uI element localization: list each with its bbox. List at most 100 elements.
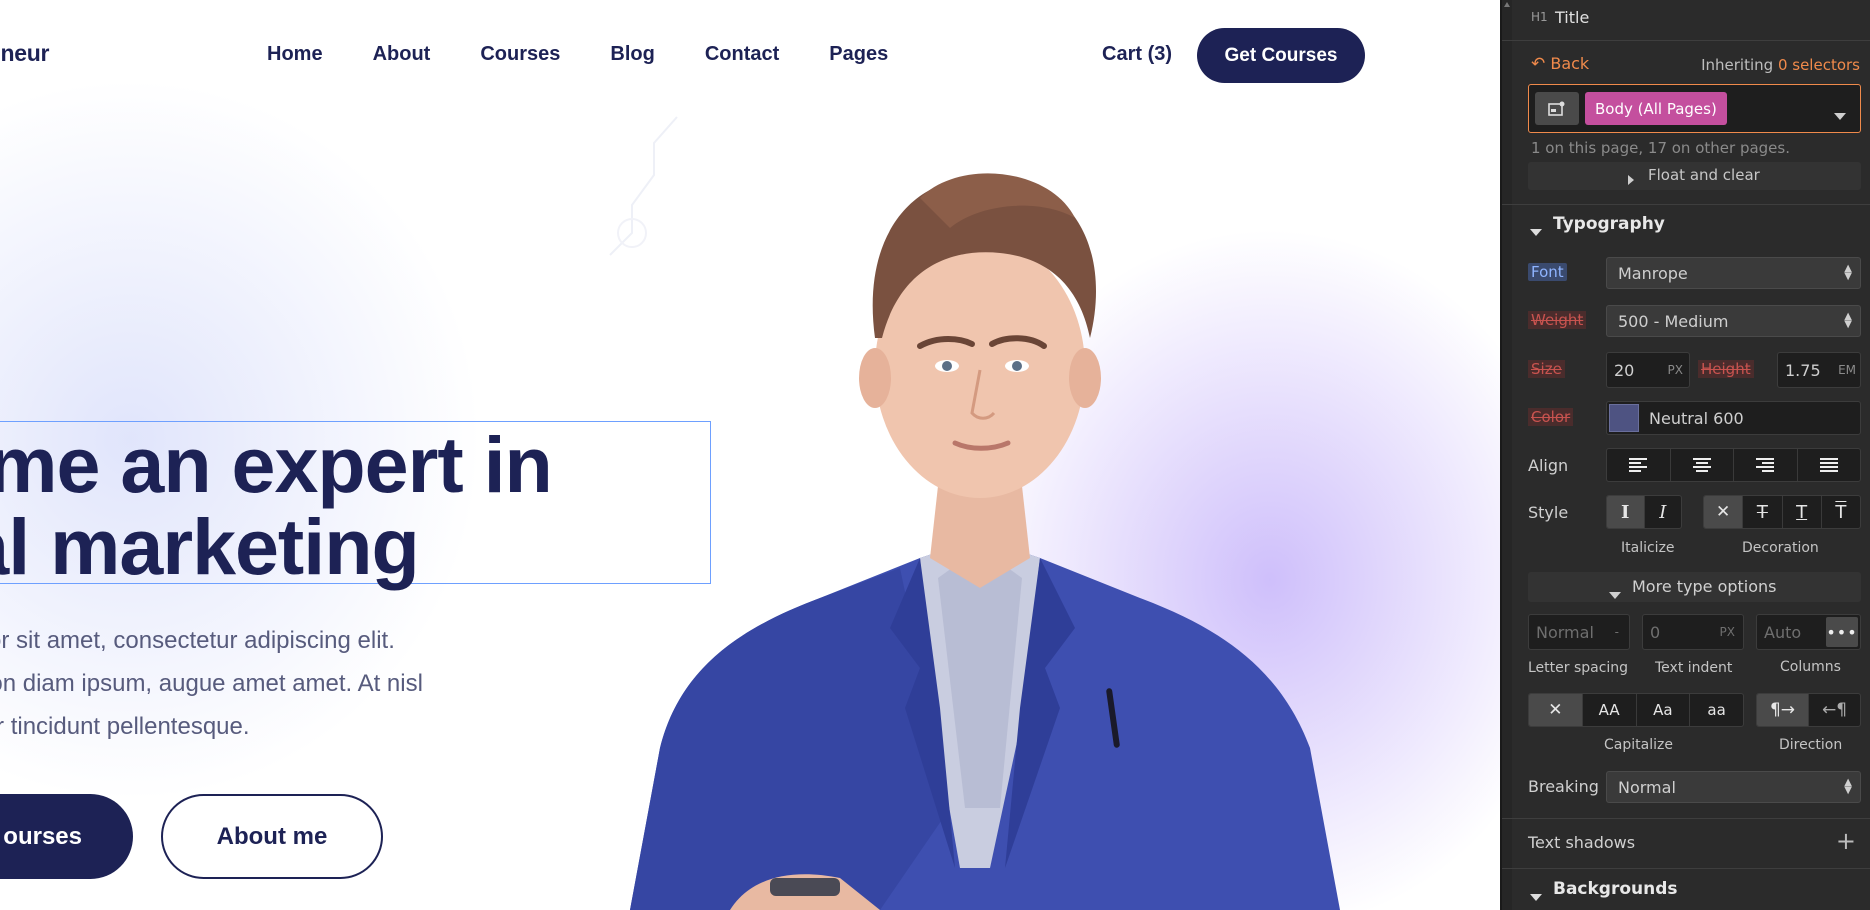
size-input[interactable]: 20 PX [1606, 352, 1690, 388]
hero-description-line-3: tetur tincidunt pellentesque. [0, 713, 250, 740]
capitalize-button-group: ✕ AA Aa aa [1528, 693, 1744, 727]
hero-about-me-button[interactable]: About me [161, 794, 383, 879]
strikethrough-icon[interactable]: T [1743, 496, 1783, 528]
upright-style-icon[interactable]: I [1607, 496, 1645, 528]
height-label: Height [1698, 360, 1754, 378]
backgrounds-section-header[interactable]: Backgrounds [1502, 869, 1870, 910]
no-transform-icon[interactable]: ✕ [1529, 694, 1583, 726]
align-left-icon[interactable] [1607, 449, 1671, 481]
direction-caption: Direction [1779, 737, 1843, 753]
line-height-input[interactable]: 1.75 EM [1777, 352, 1861, 388]
italic-button-group: I I [1606, 495, 1682, 529]
backgrounds-collapse-icon [1530, 886, 1542, 905]
weight-select-arrows-icon: ▲ ▼ [1844, 311, 1852, 330]
align-label: Align [1528, 456, 1569, 475]
style-panel: H1 Title ↶ Back Inheriting 0 selectors B… [1502, 0, 1870, 910]
get-courses-button[interactable]: Get Courses [1197, 28, 1365, 83]
uppercase-icon[interactable]: AA [1583, 694, 1637, 726]
selector-usage-note: 1 on this page, 17 on other pages. [1531, 139, 1790, 157]
hero-portrait-image [630, 173, 1340, 910]
nav-link-about[interactable]: About [373, 43, 431, 66]
align-justify-icon[interactable] [1798, 449, 1861, 481]
italicize-caption: Italicize [1621, 540, 1675, 556]
backgrounds-title: Backgrounds [1553, 879, 1678, 899]
selector-dropdown-icon[interactable] [1834, 105, 1846, 124]
underline-icon[interactable]: T [1783, 496, 1822, 528]
italic-style-icon[interactable]: I [1645, 496, 1682, 528]
size-unit[interactable]: PX [1668, 363, 1683, 377]
breaking-select[interactable]: Normal ▲ ▼ [1606, 771, 1861, 803]
element-name: Title [1555, 8, 1590, 27]
add-text-shadow-icon[interactable]: + [1836, 827, 1856, 855]
selector-type-icon[interactable] [1535, 92, 1579, 125]
columns-more-icon[interactable]: ••• [1826, 617, 1858, 647]
scroll-up-icon[interactable] [1504, 2, 1510, 7]
breaking-select-arrows-icon: ▲ ▼ [1844, 777, 1852, 796]
header-separator [1502, 40, 1870, 41]
capitalize-caption: Capitalize [1604, 737, 1673, 753]
nav-link-blog[interactable]: Blog [610, 43, 654, 66]
typography-section-header[interactable]: Typography [1502, 205, 1870, 245]
color-swatch[interactable] [1609, 404, 1639, 432]
more-type-options-toggle[interactable]: More type options [1528, 572, 1861, 602]
height-unit[interactable]: EM [1838, 363, 1856, 377]
decoration-button-group: ✕ T T T [1703, 495, 1861, 529]
selector-field[interactable]: Body (All Pages) [1528, 84, 1861, 133]
font-select-arrows-icon: ▲ ▼ [1844, 263, 1852, 282]
letter-spacing-unit[interactable]: - [1615, 625, 1619, 639]
nav-link-home[interactable]: Home [267, 43, 323, 66]
columns-caption: Columns [1780, 659, 1841, 675]
typography-collapse-icon [1530, 221, 1542, 240]
direction-button-group: ¶→ ←¶ [1756, 693, 1861, 727]
nav-link-courses[interactable]: Courses [480, 43, 560, 66]
align-right-icon[interactable] [1734, 449, 1798, 481]
float-expand-icon [1628, 170, 1634, 189]
hero-description[interactable]: dolor sit amet, consectetur adipiscing e… [0, 619, 423, 748]
color-picker-field[interactable]: Neutral 600 [1606, 401, 1861, 435]
hero-title[interactable]: ome an expert in tal marketing [0, 424, 553, 591]
weight-select[interactable]: 500 - Medium ▲ ▼ [1606, 305, 1861, 337]
text-indent-unit[interactable]: PX [1720, 625, 1735, 639]
more-type-options-label: More type options [1632, 577, 1777, 596]
selector-chip-body[interactable]: Body (All Pages) [1585, 92, 1727, 125]
text-indent-input[interactable]: 0 PX [1642, 614, 1744, 650]
font-select[interactable]: Manrope ▲ ▼ [1606, 257, 1861, 289]
hero-description-line-1: dolor sit amet, consectetur adipiscing e… [0, 627, 395, 654]
overline-icon[interactable]: T [1822, 496, 1860, 528]
color-label: Color [1528, 408, 1574, 426]
align-button-group [1606, 448, 1861, 482]
capitalize-icon[interactable]: Aa [1637, 694, 1691, 726]
element-tag: H1 [1531, 10, 1548, 24]
panel-scrollbar[interactable] [1502, 0, 1512, 910]
float-clear-row[interactable]: Float and clear [1528, 162, 1861, 190]
cart-link[interactable]: Cart (3) [1102, 43, 1172, 66]
inheriting-status[interactable]: Inheriting 0 selectors [1701, 56, 1860, 74]
float-label: Float and clear [1648, 166, 1760, 184]
font-label: Font [1528, 263, 1567, 281]
align-center-icon[interactable] [1671, 449, 1734, 481]
no-decoration-icon[interactable]: ✕ [1704, 496, 1744, 528]
size-label: Size [1528, 360, 1565, 378]
columns-input[interactable]: Auto ••• [1756, 614, 1861, 650]
design-canvas[interactable]: eneur Home About Courses Blog Contact Pa… [0, 0, 1502, 910]
text-indent-caption: Text indent [1655, 660, 1733, 676]
decoration-caption: Decoration [1742, 540, 1819, 556]
nav-link-contact[interactable]: Contact [705, 43, 779, 66]
back-link[interactable]: ↶ Back [1531, 54, 1589, 74]
text-shadows-row[interactable]: Text shadows + [1502, 819, 1870, 867]
nav-link-pages[interactable]: Pages [829, 43, 888, 66]
style-label: Style [1528, 503, 1569, 522]
hero-courses-button[interactable]: ourses [0, 794, 133, 879]
site-nav: Home About Courses Blog Contact Pages [267, 43, 888, 66]
ltr-direction-icon[interactable]: ¶→ [1757, 694, 1809, 726]
hero-description-line-2: e non diam ipsum, augue amet amet. At ni… [0, 670, 423, 697]
site-brand[interactable]: eneur [0, 40, 49, 67]
hero-title-line-2: tal marketing [0, 502, 420, 591]
letter-spacing-caption: Letter spacing [1528, 660, 1629, 676]
breaking-label: Breaking [1528, 777, 1599, 796]
text-shadows-label: Text shadows [1528, 833, 1636, 852]
back-arrow-icon: ↶ [1531, 54, 1546, 74]
lowercase-icon[interactable]: aa [1690, 694, 1743, 726]
letter-spacing-input[interactable]: Normal - [1528, 614, 1630, 650]
rtl-direction-icon[interactable]: ←¶ [1809, 694, 1860, 726]
